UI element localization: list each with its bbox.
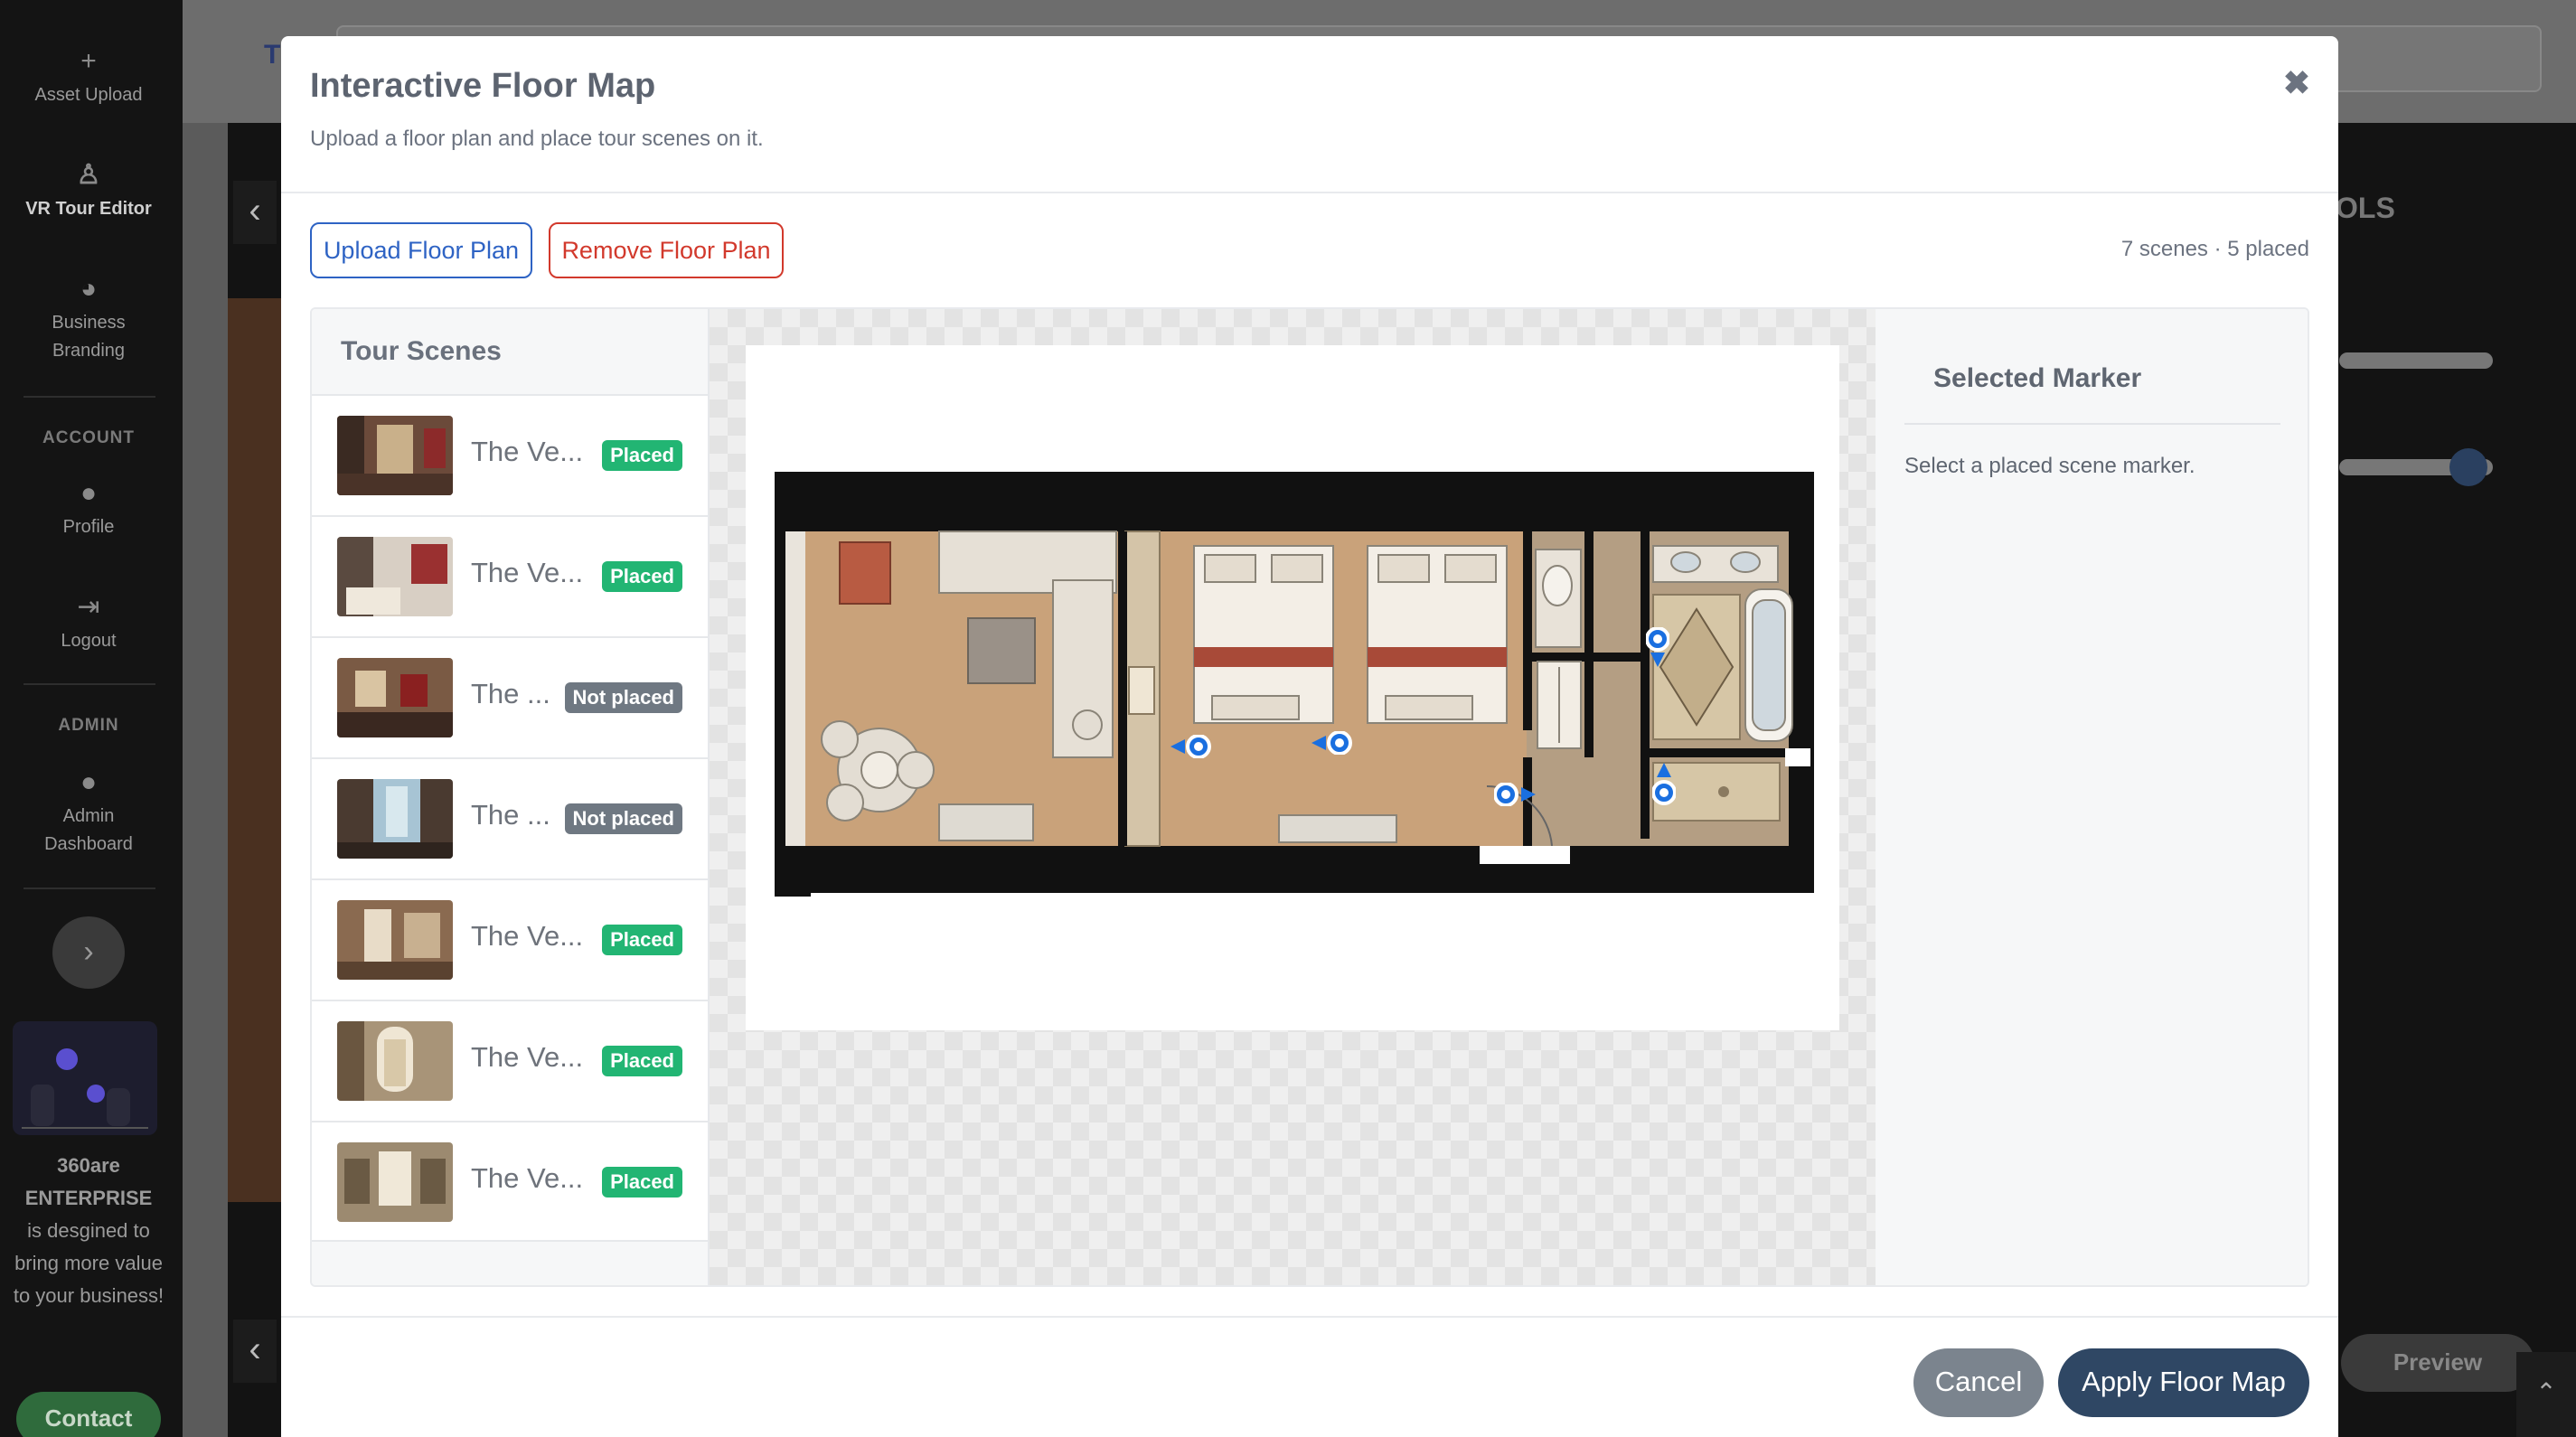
header-divider xyxy=(281,192,2338,193)
marker-direction-icon xyxy=(1170,735,1211,758)
scene-name: The Ve... xyxy=(471,557,584,588)
cancel-button[interactable]: Cancel xyxy=(1913,1348,2044,1417)
scene-list-item[interactable]: The ... Not placed xyxy=(312,757,708,878)
close-icon: ✖ xyxy=(2282,64,2311,101)
scene-name: The ... xyxy=(471,799,550,831)
selected-marker-panel: Selected Marker Select a placed scene ma… xyxy=(1876,309,2308,1285)
scene-list-item[interactable]: The Ve... Placed xyxy=(312,1000,708,1121)
marker-direction-icon xyxy=(1494,783,1536,806)
scene-marker[interactable] xyxy=(1494,783,1536,806)
scene-marker[interactable] xyxy=(1170,735,1211,758)
floor-plan-canvas[interactable] xyxy=(710,309,1876,1285)
scene-name: The Ve... xyxy=(471,436,584,467)
close-button[interactable]: ✖ xyxy=(2277,63,2317,103)
scene-count: 7 scenes · 5 placed xyxy=(2120,237,2309,261)
scene-thumbnail xyxy=(337,416,453,495)
floor-plan-drawing xyxy=(775,472,1814,897)
marker-direction-icon xyxy=(1652,763,1676,805)
scene-list-item[interactable]: The ... Not placed xyxy=(312,636,708,757)
scene-status-badge: Placed xyxy=(602,440,682,471)
floor-map-modal: Interactive Floor Map Upload a floor pla… xyxy=(281,36,2338,1437)
scene-name: The ... xyxy=(471,678,550,709)
tour-scenes-panel: Tour Scenes The Ve... Placed The Ve... P… xyxy=(312,309,710,1285)
scene-status-badge: Placed xyxy=(602,561,682,592)
scene-name: The Ve... xyxy=(471,1162,584,1194)
footer-divider xyxy=(281,1316,2338,1318)
scene-thumbnail xyxy=(337,658,453,737)
scene-thumbnail xyxy=(337,779,453,859)
scene-marker[interactable] xyxy=(1646,627,1669,667)
scene-status-badge: Not placed xyxy=(564,682,682,713)
scene-marker[interactable] xyxy=(1652,763,1676,805)
scene-thumbnail xyxy=(337,1142,453,1222)
scene-list-item[interactable]: The Ve... Placed xyxy=(312,1121,708,1242)
scene-thumbnail xyxy=(337,537,453,616)
selected-marker-title: Selected Marker xyxy=(1933,363,2142,393)
tour-scenes-title: Tour Scenes xyxy=(341,336,502,366)
floor-plan-image[interactable] xyxy=(746,345,1839,1030)
selected-marker-divider xyxy=(1904,423,2280,425)
remove-floor-plan-button[interactable]: Remove Floor Plan xyxy=(549,222,784,278)
scene-status-badge: Not placed xyxy=(564,803,682,834)
scene-status-badge: Placed xyxy=(602,1167,682,1198)
scene-list-item[interactable]: The Ve... Placed xyxy=(312,878,708,1000)
scene-name: The Ve... xyxy=(471,920,584,952)
floor-map-workspace: Tour Scenes The Ve... Placed The Ve... P… xyxy=(310,307,2309,1287)
scene-list-item[interactable]: The Ve... Placed xyxy=(312,394,708,515)
scene-status-badge: Placed xyxy=(602,925,682,955)
scene-list-item[interactable]: The Ve... Placed xyxy=(312,515,708,636)
scene-marker[interactable] xyxy=(1312,731,1352,755)
scene-thumbnail xyxy=(337,1021,453,1101)
apply-floor-map-button[interactable]: Apply Floor Map xyxy=(2058,1348,2309,1417)
scene-status-badge: Placed xyxy=(602,1046,682,1076)
scene-name: The Ve... xyxy=(471,1041,584,1073)
scene-thumbnail xyxy=(337,900,453,980)
modal-subtitle: Upload a floor plan and place tour scene… xyxy=(310,127,764,151)
marker-direction-icon xyxy=(1646,627,1669,667)
modal-title: Interactive Floor Map xyxy=(310,67,656,105)
marker-direction-icon xyxy=(1312,731,1352,755)
selected-marker-hint: Select a placed scene marker. xyxy=(1904,454,2195,478)
upload-floor-plan-button[interactable]: Upload Floor Plan xyxy=(310,222,532,278)
